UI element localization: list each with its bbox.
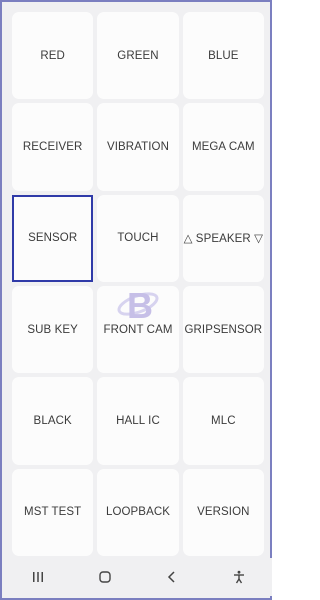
accessibility-icon (233, 570, 244, 584)
tile-mlc[interactable]: MLC (182, 377, 264, 465)
tile-red[interactable]: RED (12, 12, 94, 100)
back-button[interactable] (152, 562, 192, 592)
back-icon (167, 571, 175, 583)
tile-hall-ic[interactable]: HALL IC (97, 377, 179, 465)
tile-gripsensor[interactable]: GRIPSENSOR (182, 286, 264, 374)
tile-mega-cam[interactable]: MEGA CAM (182, 103, 264, 191)
tile-mst-test[interactable]: MST TEST (12, 468, 94, 556)
tile-receiver[interactable]: RECEIVER (12, 103, 94, 191)
svg-text:B: B (127, 285, 153, 326)
recent-apps-icon (32, 572, 43, 582)
tile-sub-key[interactable]: SUB KEY (12, 286, 94, 374)
tile-speaker[interactable]: △ SPEAKER ▽ (182, 194, 264, 282)
screen-frame: RED GREEN BLUE RECEIVER VIBRATION MEGA C… (0, 0, 272, 600)
tile-version[interactable]: VERSION (182, 468, 264, 556)
watermark-logo: B (117, 285, 159, 326)
tile-touch[interactable]: TOUCH (97, 194, 179, 282)
tile-black[interactable]: BLACK (12, 377, 94, 465)
tile-blue[interactable]: BLUE (182, 12, 264, 100)
accessibility-button[interactable] (219, 562, 259, 592)
tile-sensor[interactable]: SENSOR (12, 194, 94, 282)
navigation-bar (4, 558, 272, 596)
recent-apps-button[interactable] (18, 562, 58, 592)
home-icon (98, 571, 111, 583)
tile-green[interactable]: GREEN (97, 12, 179, 100)
tile-loopback[interactable]: LOOPBACK (97, 468, 179, 556)
tile-vibration[interactable]: VIBRATION (97, 103, 179, 191)
home-button[interactable] (85, 562, 125, 592)
